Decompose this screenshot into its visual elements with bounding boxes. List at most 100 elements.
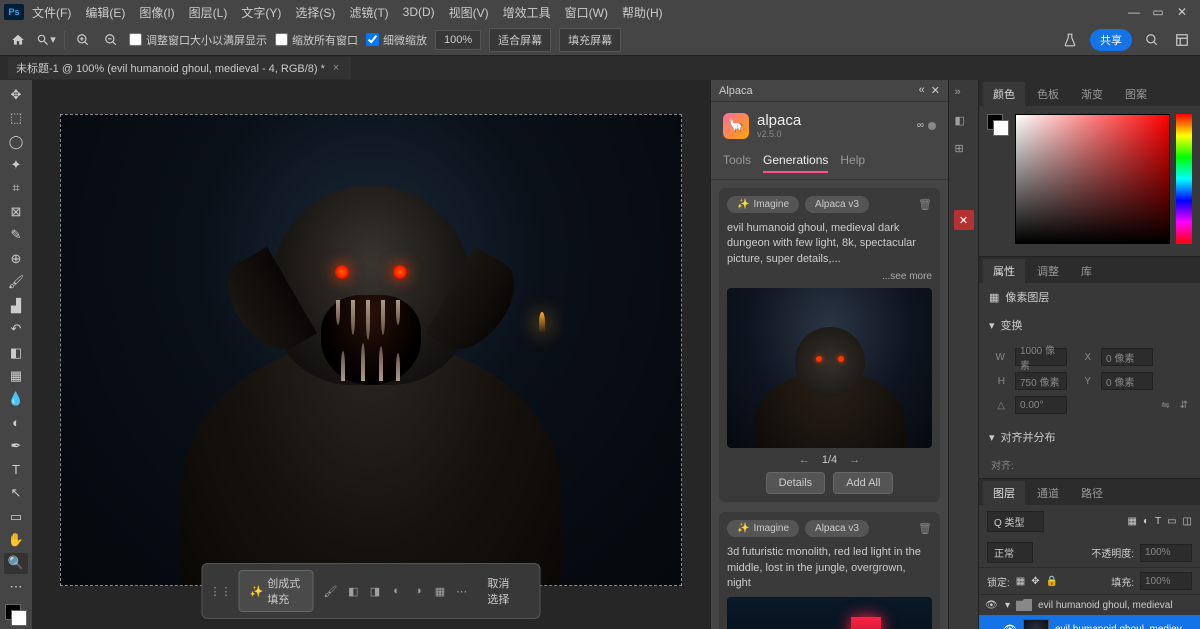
zoom-in-icon[interactable]: [73, 30, 93, 50]
model-pill[interactable]: Alpaca v3: [805, 520, 869, 537]
minimize-icon[interactable]: —: [1128, 6, 1140, 18]
adjustments-tab[interactable]: 调整: [1027, 259, 1069, 283]
path-tool[interactable]: ↖: [4, 482, 28, 503]
imagine-pill[interactable]: ✨ Imagine: [727, 520, 799, 537]
menu-image[interactable]: 图像(I): [133, 4, 180, 21]
alpaca-tab-generations[interactable]: Generations: [763, 149, 828, 173]
generation-thumbnail[interactable]: [727, 597, 932, 629]
lock-position-icon[interactable]: ✥: [1031, 576, 1039, 587]
menu-edit[interactable]: 编辑(E): [79, 4, 131, 21]
color-field[interactable]: [1015, 114, 1170, 244]
gradient-tool[interactable]: ▦: [4, 365, 28, 386]
deselect-button[interactable]: 取消选择: [477, 571, 529, 611]
pager-next-icon[interactable]: →: [849, 454, 860, 466]
frame-tool[interactable]: ⊠: [4, 201, 28, 222]
pager-prev-icon[interactable]: ←: [799, 454, 810, 466]
blend-mode-select[interactable]: 正常: [987, 542, 1033, 563]
shape-tool[interactable]: ▭: [4, 506, 28, 527]
panel-close-icon[interactable]: ✕: [931, 84, 940, 97]
color-tab[interactable]: 颜色: [983, 82, 1025, 106]
zoom-level[interactable]: 100%: [435, 30, 481, 50]
menu-help[interactable]: 帮助(H): [616, 4, 669, 21]
fill-screen-button[interactable]: 填充屏幕: [559, 28, 621, 52]
blur-tool[interactable]: 💧: [4, 389, 28, 410]
invert-icon[interactable]: ◐: [391, 583, 403, 599]
strip-expand-icon[interactable]: »: [955, 86, 973, 104]
lock-all-icon[interactable]: 🔒: [1046, 576, 1058, 587]
menu-filter[interactable]: 滤镜(T): [343, 4, 394, 21]
transform-icon[interactable]: ◑: [412, 583, 424, 599]
add-all-button[interactable]: Add All: [833, 472, 893, 494]
scrubby-check[interactable]: 细微缩放: [366, 32, 427, 48]
paths-tab[interactable]: 路径: [1071, 481, 1113, 505]
layers-tab[interactable]: 图层: [983, 481, 1025, 505]
wand-tool[interactable]: ✦: [4, 154, 28, 175]
more-icon[interactable]: ⋯: [456, 583, 468, 599]
fit-window-check[interactable]: 调整窗口大小以满屏显示: [129, 32, 267, 48]
zoom-tool-icon[interactable]: ▾: [36, 30, 56, 50]
strip-close-icon[interactable]: ✕: [954, 210, 974, 230]
home-icon[interactable]: [8, 30, 28, 50]
stamp-tool[interactable]: ▟: [4, 295, 28, 316]
menu-window[interactable]: 窗口(W): [559, 4, 614, 21]
transform-section[interactable]: ▾ 变换: [979, 311, 1200, 339]
delete-icon[interactable]: 🗑: [918, 198, 932, 211]
marquee-tool[interactable]: ⬚: [4, 107, 28, 128]
properties-tab[interactable]: 属性: [983, 259, 1025, 283]
layer-kind-select[interactable]: Q 类型: [987, 511, 1044, 532]
add-mask-icon[interactable]: ◧: [347, 583, 359, 599]
layer-group[interactable]: 👁 ▾ evil humanoid ghoul, medieval: [979, 595, 1200, 615]
generative-fill-button[interactable]: ✨ 创成式填充: [239, 570, 314, 612]
swatch-tab[interactable]: 色板: [1027, 82, 1069, 106]
pen-tool[interactable]: ✒: [4, 436, 28, 457]
y-input[interactable]: 0 像素: [1101, 372, 1153, 390]
filter-adjust-icon[interactable]: ◐: [1143, 516, 1149, 527]
channels-tab[interactable]: 通道: [1027, 481, 1069, 505]
flip-h-icon[interactable]: ⇋: [1161, 400, 1169, 411]
fill-input[interactable]: 100%: [1140, 572, 1192, 590]
document-tab[interactable]: 未标题-1 @ 100% (evil humanoid ghoul, medie…: [8, 57, 351, 79]
history-brush-tool[interactable]: ↶: [4, 318, 28, 339]
fit-screen-button[interactable]: 适合屏幕: [489, 28, 551, 52]
move-tool[interactable]: ✥: [4, 84, 28, 105]
align-section[interactable]: ▾ 对齐并分布: [979, 423, 1200, 451]
alpaca-tab-help[interactable]: Help: [840, 149, 865, 173]
filter-type-icon[interactable]: T: [1155, 516, 1161, 527]
pattern-tab[interactable]: 图案: [1115, 82, 1157, 106]
visibility-icon[interactable]: 👁: [1003, 623, 1017, 629]
menu-layer[interactable]: 图层(L): [183, 4, 234, 21]
layer-row[interactable]: 👁 evil humanoid ghoul, medieval - 4: [979, 615, 1200, 629]
zoom-tool[interactable]: 🔍: [4, 553, 28, 574]
height-input[interactable]: 750 像素: [1015, 372, 1067, 390]
lock-pixels-icon[interactable]: ▦: [1016, 576, 1025, 587]
crop-tool[interactable]: ⌗: [4, 178, 28, 199]
taskbar-handle-icon[interactable]: ⋮⋮: [213, 583, 229, 599]
angle-input[interactable]: 0.00°: [1015, 396, 1067, 414]
strip-panel-icon[interactable]: ◧: [955, 114, 973, 132]
generation-thumbnail[interactable]: [727, 288, 932, 448]
imagine-pill[interactable]: ✨ Imagine: [727, 196, 799, 213]
strip-panel-icon[interactable]: ⊞: [955, 142, 973, 160]
tab-close-icon[interactable]: ×: [333, 62, 339, 74]
menu-select[interactable]: 选择(S): [289, 4, 341, 21]
opacity-input[interactable]: 100%: [1140, 544, 1192, 562]
eraser-tool[interactable]: ◧: [4, 342, 28, 363]
color-swatches[interactable]: [5, 604, 27, 625]
filter-pixel-icon[interactable]: ▦: [1127, 516, 1136, 527]
menu-view[interactable]: 视图(V): [443, 4, 495, 21]
width-input[interactable]: 1000 像素: [1015, 348, 1067, 366]
panel-collapse-icon[interactable]: «: [919, 84, 925, 97]
brush-icon[interactable]: 🖌: [323, 583, 337, 599]
model-pill[interactable]: Alpaca v3: [805, 196, 869, 213]
lasso-tool[interactable]: ◯: [4, 131, 28, 152]
subtract-mask-icon[interactable]: ◨: [369, 583, 381, 599]
close-icon[interactable]: ✕: [1176, 6, 1188, 18]
share-button[interactable]: 共享: [1090, 29, 1132, 51]
brush-tool[interactable]: 🖌: [4, 272, 28, 293]
zoom-all-check[interactable]: 缩放所有窗口: [275, 32, 358, 48]
delete-icon[interactable]: 🗑: [918, 522, 932, 535]
visibility-icon[interactable]: 👁: [985, 600, 999, 611]
see-more-link[interactable]: ...see more: [727, 271, 932, 282]
flask-icon[interactable]: [1060, 30, 1080, 50]
hand-tool[interactable]: ✋: [4, 529, 28, 550]
